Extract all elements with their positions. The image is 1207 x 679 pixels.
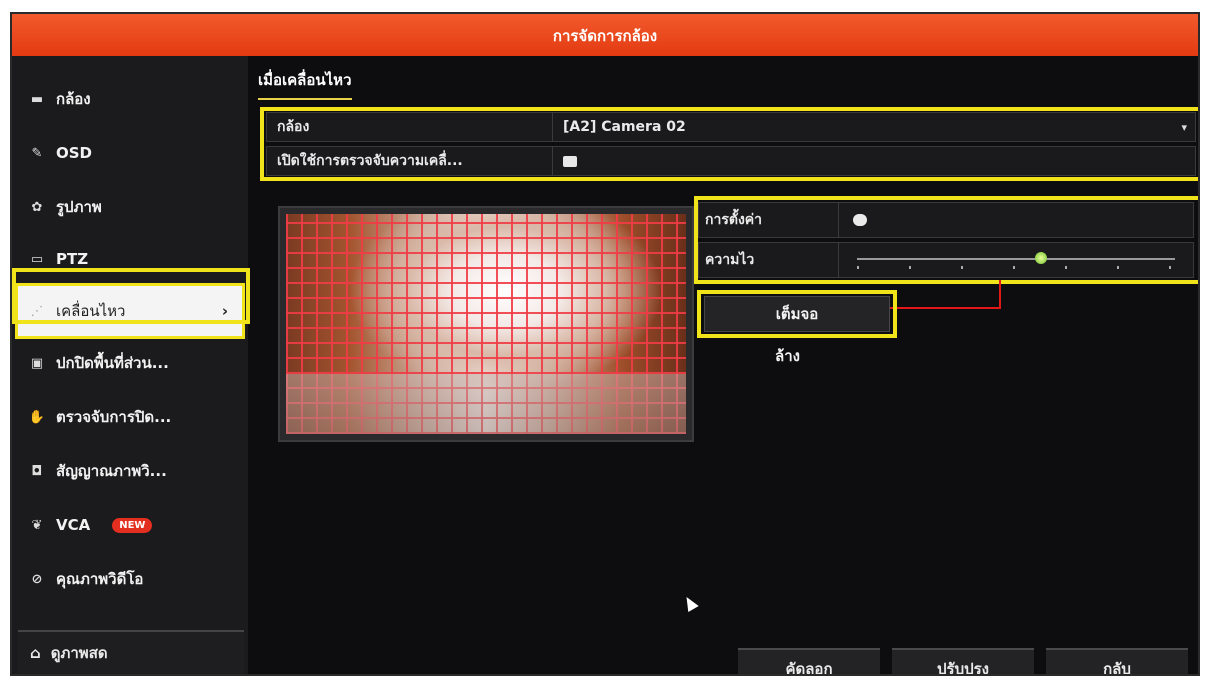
sidebar-item-label: สัญญาณภาพวิ... bbox=[56, 462, 167, 480]
sidebar-item-label: VCA bbox=[56, 516, 91, 534]
clear-button[interactable]: ล้าง bbox=[775, 344, 800, 368]
ptz-icon: ▭ bbox=[30, 251, 44, 267]
video-loss-icon: ◘ bbox=[31, 463, 43, 479]
live-view-button[interactable]: ⌂ ดูภาพสด bbox=[18, 630, 244, 674]
sidebar-item-privacy-mask[interactable]: ▣ ปกปิดพื้นที่ส่วน... bbox=[18, 338, 242, 388]
sidebar-item-label: กล้อง bbox=[56, 90, 91, 108]
sidebar-item-video-loss[interactable]: ◘ สัญญาณภาพวิ... bbox=[18, 446, 242, 496]
mouse-cursor-icon bbox=[681, 593, 699, 613]
chevron-down-icon: ▾ bbox=[1181, 120, 1187, 134]
settings-label: การตั้งค่า bbox=[699, 203, 839, 237]
camera-icon: ▬ bbox=[30, 91, 44, 107]
sidebar-item-label: PTZ bbox=[56, 250, 89, 268]
slider-ticks bbox=[857, 266, 1175, 269]
camera-management-window: การจัดการกล้อง ▬ กล้อง ✎ OSD ✿ รูปภาพ ▭ … bbox=[10, 12, 1200, 676]
fullscreen-button[interactable]: เต็มจอ bbox=[704, 296, 890, 332]
sensitivity-slider[interactable] bbox=[839, 243, 1193, 277]
sidebar: ▬ กล้อง ✎ OSD ✿ รูปภาพ ▭ PTZ ⋰ เคลื่อนไห… bbox=[12, 56, 248, 674]
sensitivity-label: ความไว bbox=[699, 243, 839, 277]
sidebar-item-image[interactable]: ✿ รูปภาพ bbox=[18, 182, 242, 232]
hand-icon: ✋ bbox=[28, 409, 46, 425]
enable-motion-label: เปิดใช้การตรวจจับความเคลื่... bbox=[267, 147, 553, 175]
sidebar-item-video-quality[interactable]: ⊘ คุณภาพวิดีโอ bbox=[18, 554, 242, 604]
sensitivity-row: ความไว bbox=[698, 242, 1194, 278]
preview-floor-shade bbox=[286, 374, 686, 434]
sidebar-item-ptz[interactable]: ▭ PTZ bbox=[18, 234, 242, 284]
home-icon: ⌂ bbox=[30, 644, 41, 662]
slider-handle[interactable] bbox=[1035, 252, 1048, 264]
sidebar-item-label: ปกปิดพื้นที่ส่วน... bbox=[56, 354, 169, 372]
brush-icon: ✎ bbox=[31, 145, 43, 161]
sidebar-item-label: OSD bbox=[56, 144, 93, 162]
copy-button[interactable]: คัดลอก bbox=[738, 648, 880, 674]
palette-icon: ✿ bbox=[31, 199, 43, 215]
apply-button[interactable]: ปรับปรุง bbox=[892, 648, 1034, 674]
title-bar: การจัดการกล้อง bbox=[12, 14, 1198, 56]
sidebar-item-label: ตรวจจับการปิด... bbox=[56, 408, 172, 426]
quality-icon: ⊘ bbox=[31, 571, 43, 587]
sidebar-item-vca[interactable]: ❦ VCA NEW bbox=[18, 500, 242, 550]
camera-label: กล้อง bbox=[267, 113, 553, 141]
camera-select-row[interactable]: กล้อง [A2] Camera 02 ▾ bbox=[266, 112, 1196, 142]
privacy-mask-icon: ▣ bbox=[30, 355, 44, 371]
main-panel: เมื่อเคลื่อนไหว กล้อง [A2] Camera 02 ▾ เ… bbox=[248, 56, 1198, 674]
live-view-label: ดูภาพสด bbox=[50, 644, 108, 662]
tab-on-motion[interactable]: เมื่อเคลื่อนไหว bbox=[258, 68, 352, 100]
sidebar-item-camera[interactable]: ▬ กล้อง bbox=[18, 74, 242, 124]
motion-icon: ⋰ bbox=[30, 303, 44, 319]
back-button[interactable]: กลับ bbox=[1046, 648, 1188, 674]
new-badge: NEW bbox=[112, 517, 153, 533]
enable-motion-checkbox[interactable] bbox=[563, 155, 577, 167]
sidebar-item-label: รูปภาพ bbox=[56, 198, 102, 216]
chevron-right-icon: › bbox=[221, 302, 228, 320]
sidebar-item-label: คุณภาพวิดีโอ bbox=[56, 570, 144, 588]
window-title: การจัดการกล้อง bbox=[552, 27, 658, 45]
sidebar-item-osd[interactable]: ✎ OSD bbox=[18, 128, 242, 178]
settings-row: การตั้งค่า bbox=[698, 202, 1194, 238]
sidebar-item-tamper[interactable]: ✋ ตรวจจับการปิด... bbox=[18, 392, 242, 442]
gear-icon[interactable] bbox=[853, 214, 867, 226]
enable-motion-row: เปิดใช้การตรวจจับความเคลื่... bbox=[266, 146, 1196, 176]
sidebar-item-label: เคลื่อนไหว bbox=[56, 302, 126, 320]
slider-track bbox=[857, 258, 1175, 260]
camera-select-value[interactable]: [A2] Camera 02 bbox=[553, 119, 1181, 135]
vca-icon: ❦ bbox=[31, 517, 43, 533]
sidebar-item-motion[interactable]: ⋰ เคลื่อนไหว › bbox=[15, 283, 245, 339]
motion-preview-video[interactable] bbox=[278, 206, 694, 442]
